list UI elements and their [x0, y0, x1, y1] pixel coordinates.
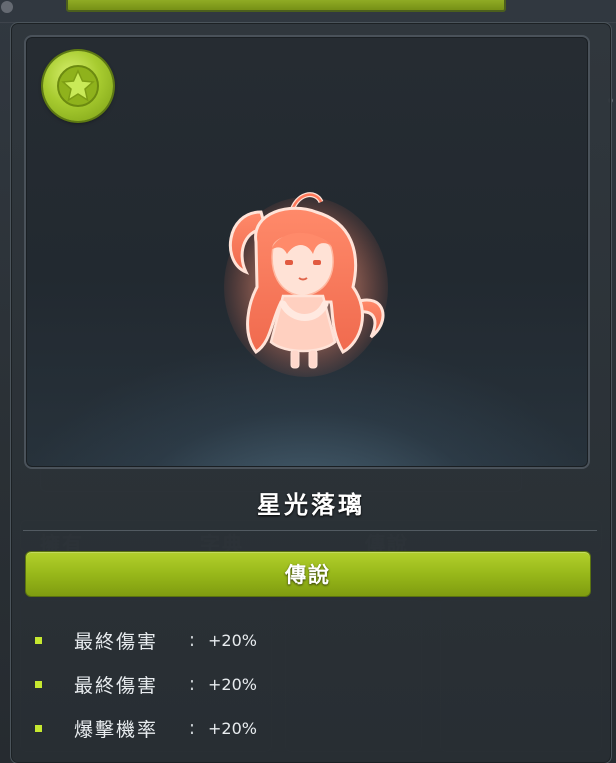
- background-title-bar: [66, 0, 506, 12]
- star-icon: [43, 51, 113, 121]
- game-ui-screen: 擁有 字典 傳說: [0, 0, 616, 763]
- stat-separator: :: [188, 673, 196, 695]
- bullet-icon: [35, 724, 42, 732]
- stat-row: 最終傷害 : +20%: [31, 662, 591, 706]
- stat-row: 爆擊機率 : +20%: [31, 706, 591, 750]
- stat-value: +20%: [208, 718, 257, 738]
- stat-value: +20%: [208, 674, 257, 694]
- stat-separator: :: [188, 717, 196, 739]
- stat-name: 最終傷害: [74, 674, 159, 697]
- name-divider: [23, 530, 597, 531]
- item-grade-badge: 傳說: [25, 551, 591, 597]
- stat-name: 爆擊機率: [74, 718, 159, 741]
- stat-name: 最終傷害: [74, 630, 159, 653]
- item-image-frame: [24, 35, 590, 469]
- stat-list: 最終傷害 : +20% 最終傷害 : +20% 爆擊機率 : +20%: [31, 618, 591, 750]
- item-tooltip: 星光落璃 傳說 最終傷害 : +20% 最終傷害 : +20% 爆擊機率 : +…: [10, 22, 612, 763]
- stat-separator: :: [188, 629, 196, 651]
- stat-row: 最終傷害 : +20%: [31, 618, 591, 662]
- stat-value: +20%: [208, 630, 257, 650]
- item-name: 星光落璃: [257, 491, 365, 519]
- corner-dot-icon: [1, 1, 13, 13]
- bullet-icon: [35, 636, 42, 644]
- item-figure-image: [224, 192, 388, 377]
- item-grade-label: 傳說: [285, 563, 331, 587]
- bullet-icon: [35, 680, 42, 688]
